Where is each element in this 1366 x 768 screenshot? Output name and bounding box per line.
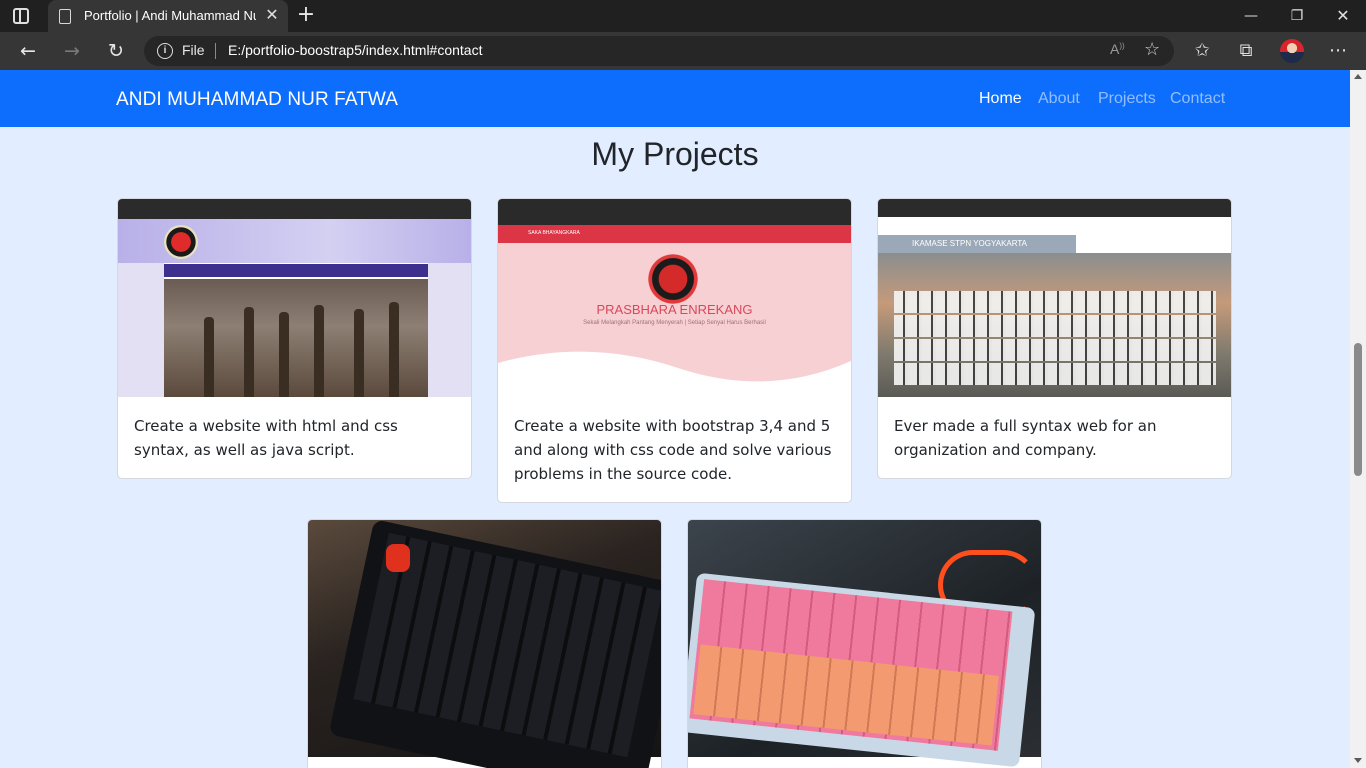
close-icon[interactable]: ✕ bbox=[262, 5, 282, 25]
page-scrollbar[interactable] bbox=[1350, 70, 1366, 768]
ikamase-website-thumbnail: IKAMASE STPN YOGYAKARTA bbox=[878, 199, 1231, 397]
projects-heading: My Projects bbox=[591, 136, 759, 172]
read-aloud-icon[interactable]: A)) bbox=[1110, 41, 1125, 57]
figure bbox=[279, 312, 289, 397]
tab-actions-icon[interactable] bbox=[13, 8, 29, 24]
figure bbox=[354, 309, 364, 397]
add-favorite-icon[interactable]: ☆ bbox=[1144, 39, 1160, 60]
page-viewport: ANDI MUHAMMAD NUR FATWA Home About Proje… bbox=[0, 70, 1350, 768]
browser-tab-active[interactable]: Portfolio | Andi Muhammad Nur Fatwa ✕ bbox=[48, 0, 288, 32]
pink-keyboard-photo bbox=[688, 520, 1041, 768]
thumbnail-browser-bar bbox=[118, 199, 471, 219]
scout-ceremony-photo bbox=[164, 279, 428, 397]
scroll-thumb[interactable] bbox=[1354, 343, 1362, 476]
project-card-4 bbox=[307, 519, 662, 768]
thumbnail-nav-brand: SAKA BHAYANGKARA bbox=[528, 230, 580, 236]
project-description: Create a website with bootstrap 3,4 and … bbox=[514, 417, 832, 483]
address-scheme-label: File bbox=[182, 42, 205, 58]
nav-link-projects[interactable]: Projects bbox=[1098, 90, 1156, 108]
dark-keyboard-photo bbox=[308, 520, 661, 768]
thumbnail-banner-text: IKAMASE STPN YOGYAKARTA bbox=[912, 239, 1027, 248]
people-row bbox=[894, 363, 1216, 385]
back-button[interactable]: ← bbox=[12, 35, 44, 67]
project-card-2: SAKA BHAYANGKARA PRASBHARA ENREKANG Seka… bbox=[497, 198, 852, 503]
nav-link-contact[interactable]: Contact bbox=[1170, 90, 1225, 108]
url-text[interactable]: E:/portfolio-boostrap5/index.html#contac… bbox=[228, 42, 482, 58]
minimize-button[interactable]: — bbox=[1228, 0, 1274, 32]
scroll-up-arrow-icon[interactable] bbox=[1354, 74, 1362, 79]
browser-toolbar: ← → ↻ i File E:/portfolio-boostrap5/inde… bbox=[0, 32, 1366, 70]
project-card-5 bbox=[687, 519, 1042, 768]
address-bar[interactable]: i File E:/portfolio-boostrap5/index.html… bbox=[144, 36, 1174, 66]
figure bbox=[314, 305, 324, 397]
thumbnail-side-left bbox=[118, 263, 164, 397]
thumbnail-title: PRASBHARA ENREKANG bbox=[596, 302, 753, 317]
profile-avatar[interactable] bbox=[1280, 39, 1304, 63]
window-close-button[interactable]: ✕ bbox=[1320, 0, 1366, 32]
scout-logo-icon bbox=[164, 225, 198, 259]
people-row bbox=[894, 291, 1216, 313]
forward-button[interactable]: → bbox=[56, 35, 88, 67]
prasbhara-website-thumbnail: SAKA BHAYANGKARA PRASBHARA ENREKANG Seka… bbox=[498, 199, 851, 397]
collections-icon[interactable]: ⧉ bbox=[1230, 35, 1262, 67]
people-row bbox=[894, 315, 1216, 337]
project-description: Ever made a full syntax web for an organ… bbox=[894, 417, 1157, 459]
project-card-1: Create a website with html and css synta… bbox=[117, 198, 472, 479]
project-card-3: IKAMASE STPN YOGYAKARTA Ever made a full… bbox=[877, 198, 1232, 479]
page-icon bbox=[59, 9, 71, 24]
browser-tab-bar: Portfolio | Andi Muhammad Nur Fatwa ✕ + … bbox=[0, 0, 1366, 32]
thumbnail-side-right bbox=[428, 263, 471, 397]
project-description: Create a website with html and css synta… bbox=[134, 417, 398, 459]
reload-button[interactable]: ↻ bbox=[100, 35, 132, 67]
thumbnail-browser-bar bbox=[878, 199, 1231, 217]
thumbnail-subtitle: Sekali Melangkah Pantang Menyerah | Seti… bbox=[583, 320, 766, 326]
thumbnail-menu bbox=[1102, 237, 1228, 251]
address-divider bbox=[215, 43, 216, 59]
more-menu-icon[interactable]: ⋯ bbox=[1322, 35, 1354, 67]
scroll-down-arrow-icon[interactable] bbox=[1354, 758, 1362, 763]
thumbnail-navbar bbox=[164, 264, 428, 277]
prasbhara-logo-icon bbox=[647, 253, 699, 305]
thumbnail-browser-bar bbox=[498, 199, 851, 225]
site-navbar: ANDI MUHAMMAD NUR FATWA Home About Proje… bbox=[0, 70, 1350, 127]
nav-link-home[interactable]: Home bbox=[979, 90, 1022, 108]
figure bbox=[204, 317, 214, 397]
tab-title: Portfolio | Andi Muhammad Nur Fatwa bbox=[84, 8, 256, 23]
nav-link-about[interactable]: About bbox=[1038, 90, 1080, 108]
info-icon[interactable]: i bbox=[157, 43, 173, 59]
scout-website-thumbnail bbox=[118, 199, 471, 397]
maximize-button[interactable]: ❐ bbox=[1274, 0, 1320, 32]
site-brand[interactable]: ANDI MUHAMMAD NUR FATWA bbox=[116, 89, 398, 111]
people-row bbox=[894, 339, 1216, 361]
favorites-icon[interactable]: ✩ bbox=[1186, 35, 1218, 67]
figure bbox=[389, 302, 399, 397]
red-keycap bbox=[386, 544, 410, 572]
figure bbox=[244, 307, 254, 397]
new-tab-button[interactable]: + bbox=[294, 3, 318, 27]
